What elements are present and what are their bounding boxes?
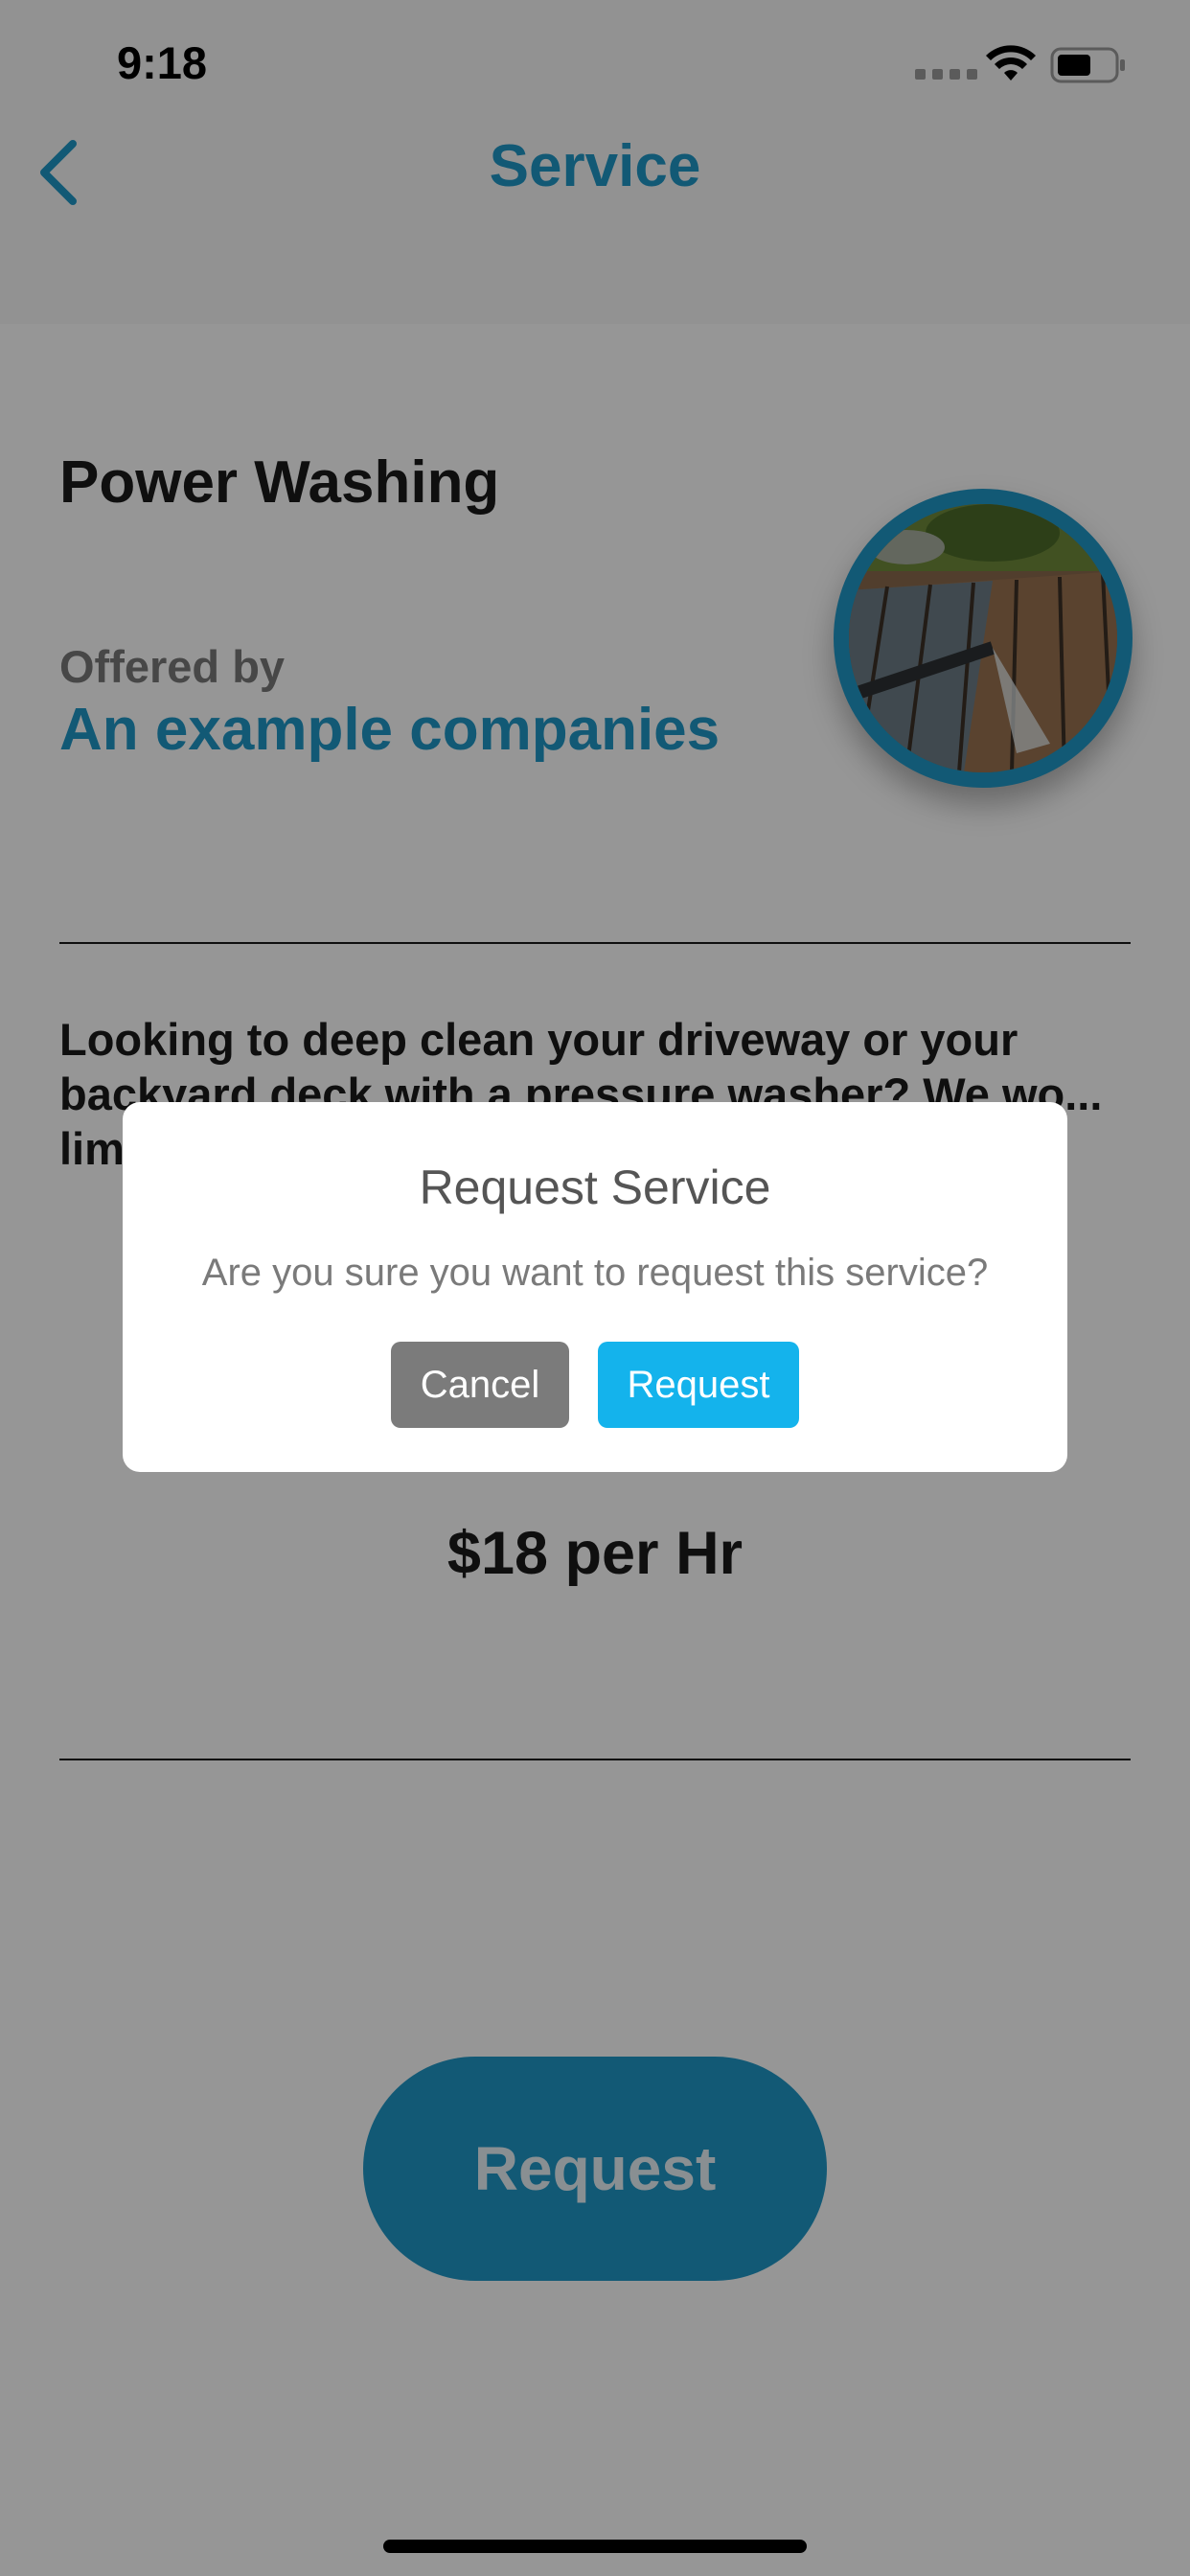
request-confirmation-dialog: Request Service Are you sure you want to… xyxy=(123,1102,1067,1472)
service-detail-screen: 9:18 Service Power Washing Offered by An… xyxy=(0,0,1190,2576)
cancel-button[interactable]: Cancel xyxy=(391,1342,569,1428)
dialog-message: Are you sure you want to request this se… xyxy=(201,1252,989,1294)
confirm-request-button[interactable]: Request xyxy=(598,1342,799,1428)
dialog-title: Request Service xyxy=(419,1161,771,1214)
